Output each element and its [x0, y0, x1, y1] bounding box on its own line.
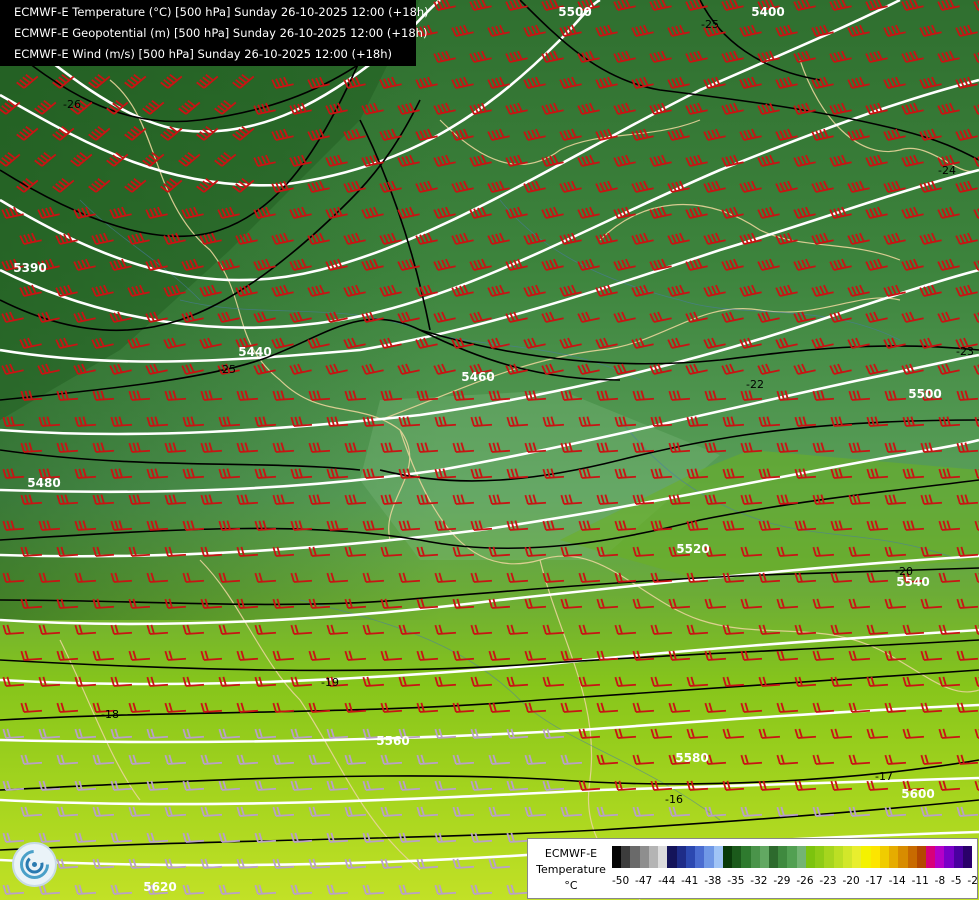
legend-swatch	[658, 846, 668, 868]
legend-swatch	[907, 846, 917, 868]
legend-tick: -29	[773, 875, 791, 887]
geopotential-label: 5560	[376, 734, 409, 748]
legend-tick: -50	[612, 875, 630, 887]
geopotential-label: 5580	[675, 751, 708, 765]
legend-swatch	[852, 846, 862, 868]
legend-swatch	[612, 846, 622, 868]
legend-swatch	[732, 846, 742, 868]
legend-swatch	[750, 846, 760, 868]
weather-map: 5500 5400 5390 5440 5460 5500 5480 5520 5540 5560…	[0, 0, 979, 900]
legend-tick: -20	[842, 875, 860, 887]
geopotential-label: 5500	[908, 387, 941, 401]
title-wind: ECMWF-E Wind (m/s) [500 hPa] Sunday 26-1…	[14, 47, 393, 61]
legend-tick: -2	[967, 875, 978, 887]
map-canvas: 5500 540053905440546055005480552055405560…	[0, 0, 979, 900]
legend-swatch	[796, 846, 806, 868]
legend-tick: -14	[888, 875, 906, 887]
legend-swatch	[741, 846, 751, 868]
legend-swatch	[768, 846, 779, 868]
legend-tick: -35	[727, 875, 745, 887]
legend-swatch	[842, 846, 853, 868]
legend-swatch	[935, 846, 945, 868]
legend-swatch	[824, 846, 834, 868]
legend-model: ECMWF-E	[544, 847, 598, 860]
legend-swatch	[916, 846, 926, 868]
legend-tick: -5	[951, 875, 962, 887]
legend-swatch	[621, 846, 631, 868]
legend-tick: -17	[865, 875, 883, 887]
legend-swatch	[870, 846, 880, 868]
legend-swatch	[861, 846, 871, 868]
temperature-label: -16	[665, 793, 683, 806]
legend-swatch	[639, 846, 649, 868]
legend-swatch	[815, 846, 825, 868]
map-title-box: ECMWF-E Temperature (°C) [500 hPa] Sunda…	[0, 0, 429, 66]
legend-tick: -26	[796, 875, 814, 887]
legend-swatch	[676, 846, 686, 868]
legend-swatch	[889, 846, 899, 868]
legend-swatch	[630, 846, 640, 868]
legend-tick: -38	[704, 875, 722, 887]
temperature-label: -19	[321, 676, 339, 689]
legend-swatch	[695, 846, 705, 868]
legend-swatch	[898, 846, 908, 868]
legend-swatch	[962, 846, 973, 868]
title-geopotential: ECMWF-E Geopotential (m) [500 hPa] Sunda…	[14, 26, 428, 40]
geopotential-label: 5460	[461, 370, 494, 384]
temperature-legend: ECMWF-E Temperature °C -50 -47 -44 -41 -38 -3…	[527, 838, 978, 899]
legend-swatch	[805, 846, 816, 868]
temperature-label: -17	[875, 770, 893, 783]
legend-tick: -23	[819, 875, 837, 887]
temperature-label: -18	[101, 708, 119, 721]
temperature-label: -25	[701, 18, 719, 31]
legend-swatch	[833, 846, 843, 868]
temperature-label: -23	[956, 345, 974, 358]
geopotential-label: 5400	[751, 5, 784, 19]
legend-swatch	[778, 846, 788, 868]
temperature-label: -25	[218, 363, 236, 376]
legend-tick: -41	[681, 875, 699, 887]
legend-swatch	[953, 846, 963, 868]
legend-swatch	[722, 846, 733, 868]
geopotential-label: 5480	[27, 476, 60, 490]
legend-swatch	[759, 846, 769, 868]
legend-swatch	[648, 846, 659, 868]
meteo-swirl-logo-icon	[12, 842, 57, 887]
legend-tick: -44	[658, 875, 676, 887]
legend-swatch	[704, 846, 714, 868]
legend-swatch	[944, 846, 954, 868]
legend-ticks: -50 -47 -44 -41 -38 -35 -32 -29 -26 -23 -20 -17 -14-…	[612, 875, 978, 887]
title-temperature: ECMWF-E Temperature (°C) [500 hPa] Sunda…	[14, 5, 429, 19]
geopotential-label: 5390	[13, 261, 46, 275]
legend-swatch	[685, 846, 696, 868]
legend-tick: -47	[635, 875, 653, 887]
geopotential-label: 5440	[238, 345, 271, 359]
geopotential-label: 5500	[558, 5, 591, 19]
temperature-label: -22	[746, 378, 764, 391]
legend-swatch	[879, 846, 890, 868]
legend-tick: -11	[911, 875, 929, 887]
temperature-label: -26	[63, 98, 81, 111]
legend-variable: Temperature	[536, 863, 606, 876]
legend-tick: -8	[934, 875, 946, 887]
geopotential-label: 5620	[143, 880, 176, 894]
legend-swatch	[787, 846, 797, 868]
legend-swatch	[713, 846, 723, 868]
legend-color-bar	[612, 846, 973, 868]
temperature-label: -24	[938, 164, 956, 177]
legend-unit: °C	[564, 879, 578, 892]
geopotential-label: 5520	[676, 542, 709, 556]
legend-tick: -32	[750, 875, 768, 887]
legend-swatch	[667, 846, 677, 868]
temperature-label: -20	[895, 565, 913, 578]
geopotential-label: 5600	[901, 787, 934, 801]
legend-swatch	[925, 846, 936, 868]
